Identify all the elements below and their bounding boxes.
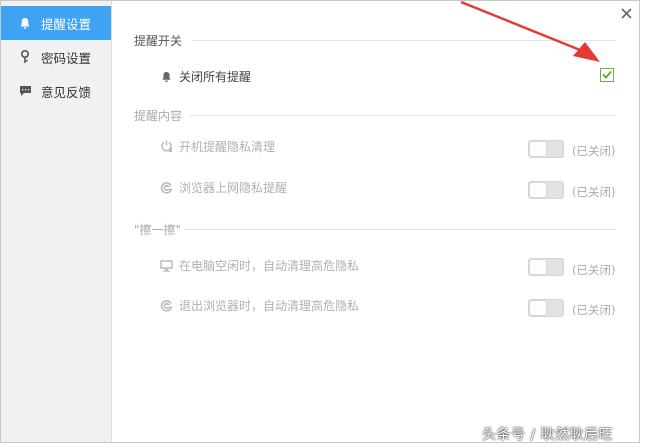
row-idle-auto-clean: 在电脑空闲时，自动清理高危隐私 xyxy=(159,257,359,274)
toggle-knob xyxy=(530,183,546,197)
close-icon xyxy=(620,8,632,22)
sidebar-item-reminder-settings[interactable]: 提醒设置 xyxy=(1,6,111,40)
startup-privacy-clean-toggle[interactable] xyxy=(528,140,564,158)
browser-refresh-icon xyxy=(159,299,173,313)
row-browser-privacy-reminder: 浏览器上网隐私提醒 xyxy=(159,179,287,196)
sidebar: 提醒设置 密码设置 意见反馈 xyxy=(1,1,112,442)
chat-icon xyxy=(18,84,32,98)
sidebar-item-label: 提醒设置 xyxy=(41,16,92,32)
toggle-knob xyxy=(530,301,546,315)
watermark: 头条号 / 耿然耿后旺 xyxy=(482,427,614,443)
toggle-status: (已关闭) xyxy=(572,263,616,277)
browser-privacy-reminder-toggle[interactable] xyxy=(528,181,564,199)
bell-icon xyxy=(159,70,173,84)
row-close-all-reminders: 关闭所有提醒 xyxy=(159,68,251,85)
toggle-knob xyxy=(530,142,546,156)
row-label: 退出浏览器时，自动清理高危隐私 xyxy=(179,299,360,313)
row-label: 在电脑空闲时，自动清理高危隐私 xyxy=(179,259,360,273)
toggle-status: (已关闭) xyxy=(572,144,616,158)
row-label: 浏览器上网隐私提醒 xyxy=(179,181,288,195)
browser-icon xyxy=(159,181,173,195)
toggle-status: (已关闭) xyxy=(572,303,616,317)
sidebar-item-label: 意见反馈 xyxy=(41,84,92,100)
section-title-switch: 提醒开关 xyxy=(134,34,183,48)
section-divider xyxy=(189,115,616,116)
row-startup-privacy-clean: 开机提醒隐私清理 xyxy=(159,138,275,155)
sidebar-item-feedback[interactable]: 意见反馈 xyxy=(1,74,111,108)
row-label: 开机提醒隐私清理 xyxy=(179,140,276,154)
section-title-wipe: "擦一擦" xyxy=(134,223,182,237)
close-button[interactable] xyxy=(618,7,634,23)
row-exit-browser-auto-clean: 退出浏览器时，自动清理高危隐私 xyxy=(159,297,359,314)
sidebar-item-label: 密码设置 xyxy=(41,50,92,66)
section-divider xyxy=(184,229,616,230)
close-all-reminders-checkbox[interactable] xyxy=(600,68,614,82)
exit-browser-auto-clean-toggle[interactable] xyxy=(528,299,564,317)
idle-auto-clean-toggle[interactable] xyxy=(528,258,564,276)
toggle-status: (已关闭) xyxy=(572,185,616,199)
row-label: 关闭所有提醒 xyxy=(179,70,252,84)
key-icon xyxy=(18,50,32,64)
sidebar-item-password-settings[interactable]: 密码设置 xyxy=(1,40,111,74)
annotation-arrow xyxy=(460,0,600,62)
bell-icon xyxy=(18,16,32,30)
power-clean-icon xyxy=(159,140,173,154)
monitor-icon xyxy=(159,259,173,273)
toggle-knob xyxy=(530,260,546,274)
section-title-content: 提醒内容 xyxy=(134,109,183,123)
checkmark-icon xyxy=(602,68,612,82)
